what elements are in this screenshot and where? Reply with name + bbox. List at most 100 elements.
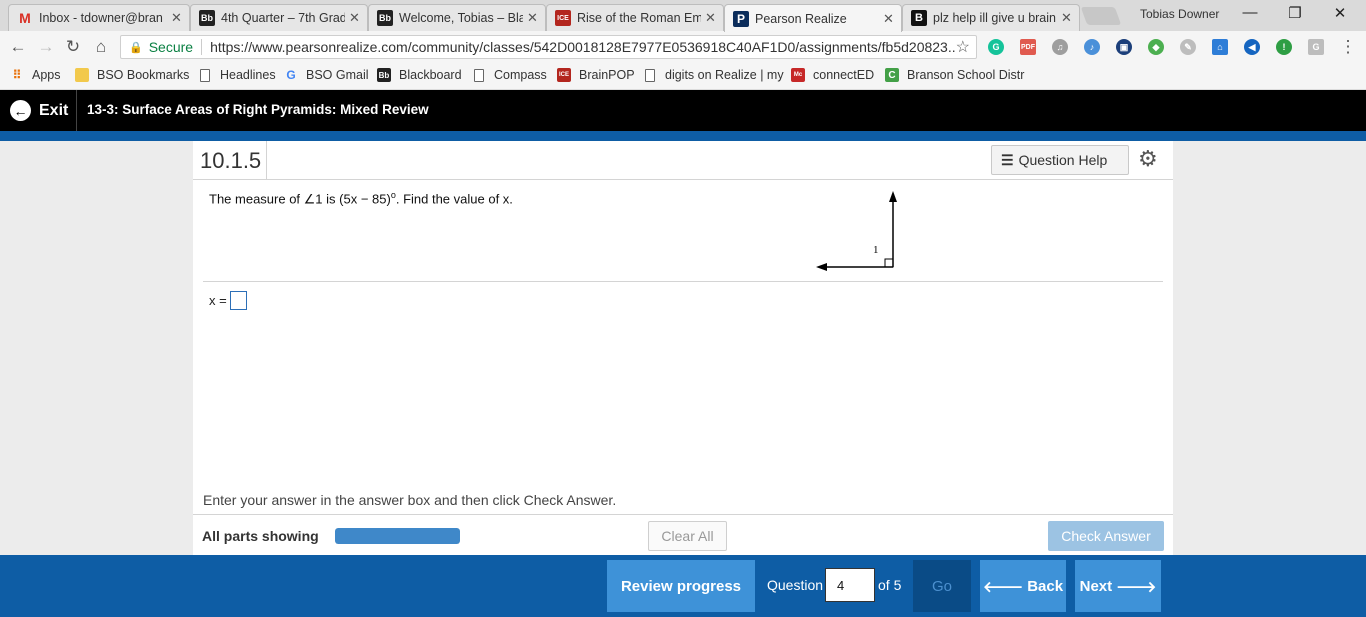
- google-icon: G: [286, 68, 296, 82]
- blackboard-icon: Bb: [377, 68, 391, 82]
- g-extension-icon[interactable]: G: [1308, 39, 1324, 55]
- app-header: ← Exit 13-3: Surface Areas of Right Pyra…: [0, 90, 1366, 131]
- question-help-label: Question Help: [1018, 152, 1108, 168]
- bottom-navigation-bar: Review progress Question of 5 Go 🡐 Back …: [0, 555, 1366, 617]
- angle-label: 1: [873, 244, 879, 256]
- left-arrowhead: [816, 263, 827, 271]
- lock-extension-icon[interactable]: ▣: [1116, 39, 1132, 55]
- tab-title: Pearson Realize: [755, 11, 847, 26]
- close-icon[interactable]: ✕: [527, 10, 539, 26]
- question-number-input[interactable]: [825, 568, 875, 602]
- header-accent-bar: [0, 131, 1366, 141]
- close-icon[interactable]: ✕: [1061, 10, 1073, 26]
- bookmark-blackboard[interactable]: Bb Blackboard: [377, 68, 462, 82]
- tab-pearson-realize[interactable]: P Pearson Realize ✕: [724, 4, 902, 32]
- bookmark-star-icon[interactable]: ☆: [956, 37, 970, 57]
- clear-all-button[interactable]: Clear All: [648, 521, 727, 551]
- question-help-button[interactable]: ☰ Question Help: [991, 145, 1129, 175]
- url-text[interactable]: https://www.pearsonrealize.com/community…: [210, 39, 956, 55]
- bookmark-label: Headlines: [220, 68, 276, 82]
- alert-icon[interactable]: !: [1276, 39, 1292, 55]
- bookmark-label: Compass: [494, 68, 547, 82]
- right-angle-marker: [884, 258, 894, 268]
- answer-prefix: x =: [209, 293, 227, 308]
- minimize-icon[interactable]: —: [1240, 4, 1260, 21]
- close-icon[interactable]: ✕: [349, 10, 361, 26]
- music-icon[interactable]: ♪: [1084, 39, 1100, 55]
- arrow-right-icon: 🡒: [1116, 578, 1157, 596]
- tab-brainly[interactable]: B plz help ill give u brain ✕: [902, 4, 1080, 31]
- bookmark-headlines[interactable]: Headlines: [198, 68, 276, 82]
- pdf-icon[interactable]: PDF: [1020, 39, 1036, 55]
- reload-icon[interactable]: ↻: [63, 37, 83, 57]
- new-tab-button[interactable]: [1080, 7, 1122, 25]
- review-progress-button[interactable]: Review progress: [607, 560, 755, 612]
- profile-name[interactable]: Tobias Downer: [1140, 7, 1219, 21]
- tab-roman-empire[interactable]: ICE Rise of the Roman Em ✕: [546, 4, 724, 31]
- bookmark-connected[interactable]: Mc connectED: [791, 68, 874, 82]
- close-icon[interactable]: ✕: [883, 11, 895, 27]
- back-label: Back: [1027, 577, 1064, 595]
- blackboard-icon: Bb: [199, 10, 215, 26]
- bookmark-digits[interactable]: digits on Realize | my: [643, 68, 784, 82]
- exit-button[interactable]: ← Exit: [10, 100, 68, 121]
- arrow-left-icon: 🡐: [982, 578, 1024, 596]
- home-icon[interactable]: ⌂: [91, 37, 111, 57]
- next-button[interactable]: Next 🡒: [1075, 560, 1161, 612]
- speaker-icon[interactable]: ◀: [1244, 39, 1260, 55]
- tab-title: plz help ill give u brain: [933, 11, 1056, 25]
- grammarly-icon[interactable]: G: [988, 39, 1004, 55]
- translate-icon[interactable]: ✎: [1180, 39, 1196, 55]
- all-parts-label: All parts showing: [202, 528, 319, 544]
- browser-tab-strip: M Inbox - tdowner@bran ✕ Bb 4th Quarter …: [0, 0, 1366, 32]
- up-arrowhead: [889, 191, 897, 202]
- tab-blackboard-quarter[interactable]: Bb 4th Quarter – 7th Grad ✕: [190, 4, 368, 31]
- bookmark-compass[interactable]: Compass: [472, 68, 547, 82]
- bookmark-branson[interactable]: C Branson School Distr: [885, 68, 1024, 82]
- footer-divider: [193, 514, 1173, 515]
- headphones-icon[interactable]: ♫: [1052, 39, 1068, 55]
- parts-progress-bar: [335, 528, 460, 544]
- question-header: 10.1.5 ☰ Question Help ⚙: [193, 141, 1173, 180]
- answer-input[interactable]: [229, 291, 247, 310]
- apps-grid-icon: ⠿: [12, 68, 22, 82]
- check-answer-button[interactable]: Check Answer: [1048, 521, 1164, 551]
- close-window-icon[interactable]: ✕: [1330, 4, 1350, 22]
- ice-icon: ICE: [555, 10, 571, 26]
- bookmark-bso-gmail[interactable]: G BSO Gmail: [284, 68, 368, 82]
- tab-gmail[interactable]: M Inbox - tdowner@bran ✕: [8, 4, 190, 31]
- bookmark-label: Apps: [32, 68, 61, 82]
- lock-icon: 🔒: [129, 41, 143, 54]
- tab-blackboard-welcome[interactable]: Bb Welcome, Tobias – Bla ✕: [368, 4, 546, 31]
- menu-icon[interactable]: ⋮: [1338, 37, 1358, 57]
- lesson-title: 13-3: Surface Areas of Right Pyramids: M…: [87, 102, 429, 117]
- address-bar[interactable]: 🔒 Secure https://www.pearsonrealize.com/…: [120, 35, 977, 59]
- blackboard-icon: Bb: [377, 10, 393, 26]
- shield-icon[interactable]: ◆: [1148, 39, 1164, 55]
- list-icon: ☰: [1001, 151, 1014, 168]
- close-icon[interactable]: ✕: [171, 10, 183, 26]
- bookmark-label: BrainPOP: [579, 68, 635, 82]
- gear-icon[interactable]: ⚙: [1138, 146, 1158, 172]
- forward-arrow-icon[interactable]: →: [36, 37, 56, 57]
- browser-toolbar: ← → ↻ ⌂ 🔒 Secure https://www.pearsonreal…: [0, 31, 1366, 63]
- page-icon: [472, 68, 486, 82]
- bookmark-brainpop[interactable]: ICE BrainPOP: [557, 68, 635, 82]
- bookmark-bso-bookmarks[interactable]: BSO Bookmarks: [75, 68, 189, 82]
- question-total-label: of 5: [878, 577, 902, 593]
- close-icon[interactable]: ✕: [705, 10, 717, 26]
- bookmarks-bar: ⠿ Apps BSO Bookmarks Headlines G BSO Gma…: [0, 63, 1366, 90]
- parts-progress-fill: [335, 528, 460, 544]
- house-extension-icon[interactable]: ⌂: [1212, 39, 1228, 55]
- bookmark-apps[interactable]: ⠿ Apps: [10, 68, 61, 82]
- folder-icon: [75, 68, 89, 82]
- back-arrow-icon[interactable]: ←: [8, 37, 28, 57]
- question-text: The measure of ∠1 is (5x − 85)o. Find th…: [209, 190, 513, 207]
- restore-icon[interactable]: ❐: [1285, 4, 1305, 22]
- tab-title: Inbox - tdowner@bran: [39, 11, 163, 25]
- back-arrow-circle-icon: ←: [10, 100, 31, 121]
- bookmark-label: Blackboard: [399, 68, 462, 82]
- tab-title: Rise of the Roman Em: [577, 11, 701, 25]
- back-button[interactable]: 🡐 Back: [980, 560, 1066, 612]
- go-button[interactable]: Go: [913, 560, 971, 612]
